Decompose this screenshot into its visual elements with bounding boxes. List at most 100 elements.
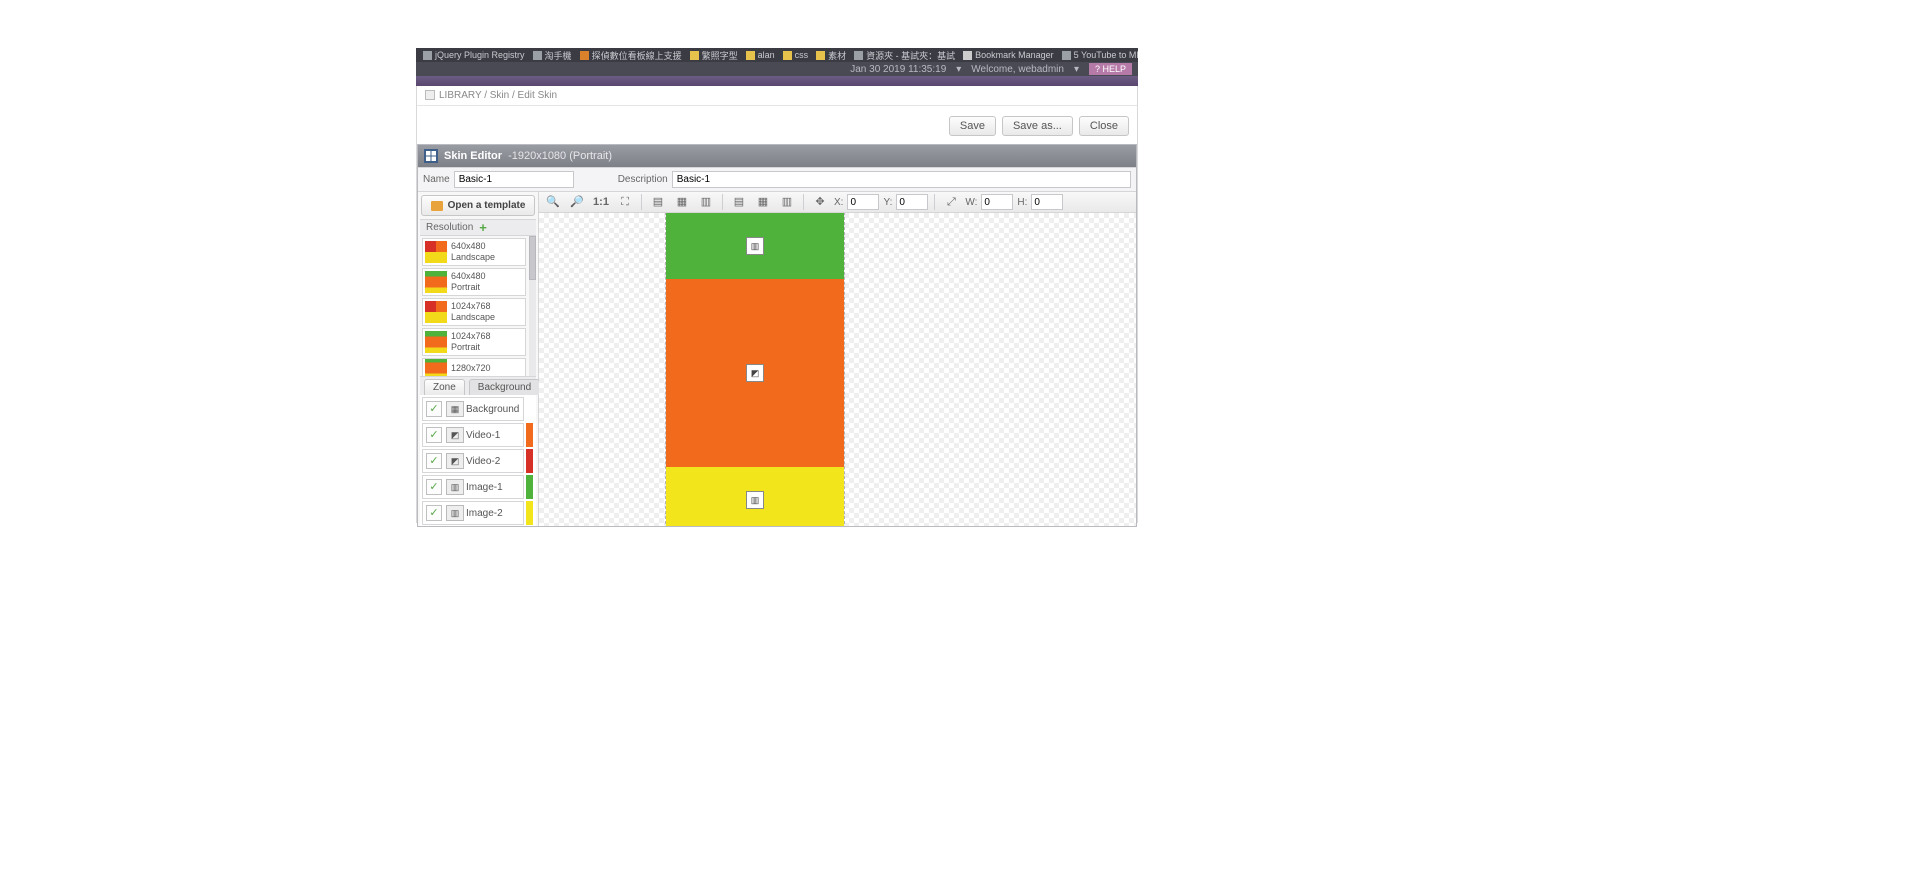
- canvas-toolbar: 🔍 🔎 1:1 ⛶ ▤ ▦ ▥ ▤ ▦ ▥: [539, 192, 1136, 213]
- x-input[interactable]: [847, 194, 879, 210]
- bookmark-item[interactable]: 淘手機: [530, 49, 575, 62]
- bookmark-item[interactable]: css: [780, 50, 812, 60]
- timestamp-dropdown-icon[interactable]: ▾: [956, 64, 961, 75]
- y-label: Y:: [883, 197, 892, 208]
- y-input[interactable]: [896, 194, 928, 210]
- zoom-fit-icon[interactable]: ⛶: [615, 193, 635, 211]
- bookmark-item[interactable]: jQuery Plugin Registry: [420, 50, 528, 60]
- region-video-1[interactable]: ◩: [666, 279, 844, 467]
- size-icon: ⤢: [941, 193, 961, 211]
- zoom-in-icon[interactable]: 🔍: [543, 193, 563, 211]
- zone-label: Video-1: [466, 430, 500, 441]
- region-image-2[interactable]: ▥: [666, 467, 844, 526]
- open-template-button[interactable]: Open a template: [421, 195, 535, 216]
- bookmark-label: 5 YouTube to MP4 & M: [1074, 50, 1138, 60]
- resolution-item[interactable]: 1024x768Portrait: [422, 328, 526, 356]
- resolution-list: 640x480Landscape 640x480Portrait 1024x768L…: [420, 236, 536, 377]
- favicon: [533, 51, 542, 60]
- resolution-scrollbar-thumb[interactable]: [529, 236, 536, 280]
- name-input[interactable]: [454, 171, 574, 188]
- region-image-1[interactable]: ▥: [666, 213, 844, 279]
- favicon: [423, 51, 432, 60]
- bookmark-item[interactable]: alan: [743, 50, 778, 60]
- user-dropdown-icon[interactable]: ▾: [1074, 64, 1079, 75]
- zoom-actual-icon[interactable]: 1:1: [591, 193, 611, 211]
- action-bar: Save Save as... Close: [417, 106, 1137, 144]
- favicon: [854, 51, 863, 60]
- tab-background[interactable]: Background: [469, 379, 540, 395]
- align-bottom-icon[interactable]: ▥: [777, 193, 797, 211]
- canvas[interactable]: ▥ ◩ ▥: [539, 213, 1136, 526]
- zone-item[interactable]: ▥Image-1: [422, 475, 524, 499]
- skin-editor-panel: Skin Editor -1920x1080 (Portrait) Name D…: [417, 144, 1137, 527]
- description-label: Description: [618, 174, 668, 185]
- help-button[interactable]: ? HELP: [1089, 63, 1132, 75]
- zone-label: Image-1: [466, 482, 503, 493]
- align-right-icon[interactable]: ▥: [696, 193, 716, 211]
- description-input[interactable]: [672, 171, 1131, 188]
- side-tabs: Zone Background: [420, 377, 536, 395]
- bookmark-item[interactable]: 素材: [813, 49, 849, 62]
- resolution-label: 640x480Landscape: [451, 241, 495, 263]
- bookmark-label: 淘手機: [545, 49, 572, 62]
- tab-zone[interactable]: Zone: [424, 379, 465, 395]
- status-bar: Jan 30 2019 11:35:19 ▾ Welcome, webadmin…: [416, 62, 1138, 76]
- resolution-item[interactable]: 1280x720: [422, 358, 526, 377]
- bookmark-label: alan: [758, 50, 775, 60]
- zone-item[interactable]: ▥Image-2: [422, 501, 524, 525]
- bookmark-item[interactable]: Bookmark Manager: [960, 50, 1057, 60]
- align-center-icon[interactable]: ▦: [672, 193, 692, 211]
- w-label: W:: [965, 197, 977, 208]
- welcome-text: Welcome, webadmin: [971, 64, 1064, 75]
- align-middle-icon[interactable]: ▦: [753, 193, 773, 211]
- bookmark-item[interactable]: 5 YouTube to MP4 & M: [1059, 50, 1138, 60]
- zone-type-icon: ▥: [446, 505, 464, 521]
- zone-item[interactable]: ◩Video-1: [422, 423, 524, 447]
- folder-icon: [431, 201, 443, 211]
- save-button[interactable]: Save: [949, 116, 996, 136]
- resolution-item[interactable]: 640x480Portrait: [422, 268, 526, 296]
- home-icon[interactable]: [425, 90, 435, 100]
- zone-label: Image-2: [466, 508, 503, 519]
- h-input[interactable]: [1031, 194, 1063, 210]
- w-input[interactable]: [981, 194, 1013, 210]
- zone-list: ▦Background◩Video-1◩Video-2▥Image-1▥Imag…: [420, 395, 536, 526]
- panel-dimensions: -1920x1080 (Portrait): [508, 150, 612, 162]
- timestamp: Jan 30 2019 11:35:19: [850, 64, 946, 75]
- save-as-button[interactable]: Save as...: [1002, 116, 1073, 136]
- close-button[interactable]: Close: [1079, 116, 1129, 136]
- zone-visibility-checkbox[interactable]: [426, 401, 442, 417]
- zone-visibility-checkbox[interactable]: [426, 427, 442, 443]
- resolution-header: Resolution +: [420, 219, 536, 236]
- zone-visibility-checkbox[interactable]: [426, 505, 442, 521]
- bookmark-label: Bookmark Manager: [975, 50, 1054, 60]
- resolution-thumb-icon: [425, 271, 447, 293]
- favicon: [746, 51, 755, 60]
- bookmark-label: css: [795, 50, 809, 60]
- bookmark-item[interactable]: 繁照字型: [687, 49, 741, 62]
- zone-color-stripe: [526, 397, 533, 421]
- resolution-thumb-icon: [425, 358, 447, 377]
- add-resolution-icon[interactable]: +: [479, 223, 487, 233]
- zone-item[interactable]: ▦Background: [422, 397, 524, 421]
- sidebar: Open a template Resolution + 640x480Land…: [418, 192, 539, 526]
- zone-item[interactable]: ◩Video-2: [422, 449, 524, 473]
- align-left-icon[interactable]: ▤: [648, 193, 668, 211]
- bookmark-item[interactable]: 探偵數位看板線上支援: [577, 49, 685, 62]
- resolution-thumb-icon: [425, 301, 447, 323]
- app-logo-icon: [424, 149, 438, 163]
- resolution-item[interactable]: 1024x768Landscape: [422, 298, 526, 326]
- favicon: [783, 51, 792, 60]
- video-zone-icon: ◩: [746, 364, 764, 382]
- resolution-item[interactable]: 640x480Landscape: [422, 238, 526, 266]
- resolution-label: 640x480Portrait: [451, 271, 486, 293]
- zoom-out-icon[interactable]: 🔎: [567, 193, 587, 211]
- stage[interactable]: ▥ ◩ ▥: [666, 213, 844, 526]
- zone-visibility-checkbox[interactable]: [426, 479, 442, 495]
- canvas-area: 🔍 🔎 1:1 ⛶ ▤ ▦ ▥ ▤ ▦ ▥: [539, 192, 1136, 526]
- position-icon: ✥: [810, 193, 830, 211]
- zone-visibility-checkbox[interactable]: [426, 453, 442, 469]
- bookmark-item[interactable]: 資源夾 - 基試夾：基試: [851, 49, 958, 62]
- align-top-icon[interactable]: ▤: [729, 193, 749, 211]
- bookmark-label: 資源夾 - 基試夾：基試: [866, 49, 955, 62]
